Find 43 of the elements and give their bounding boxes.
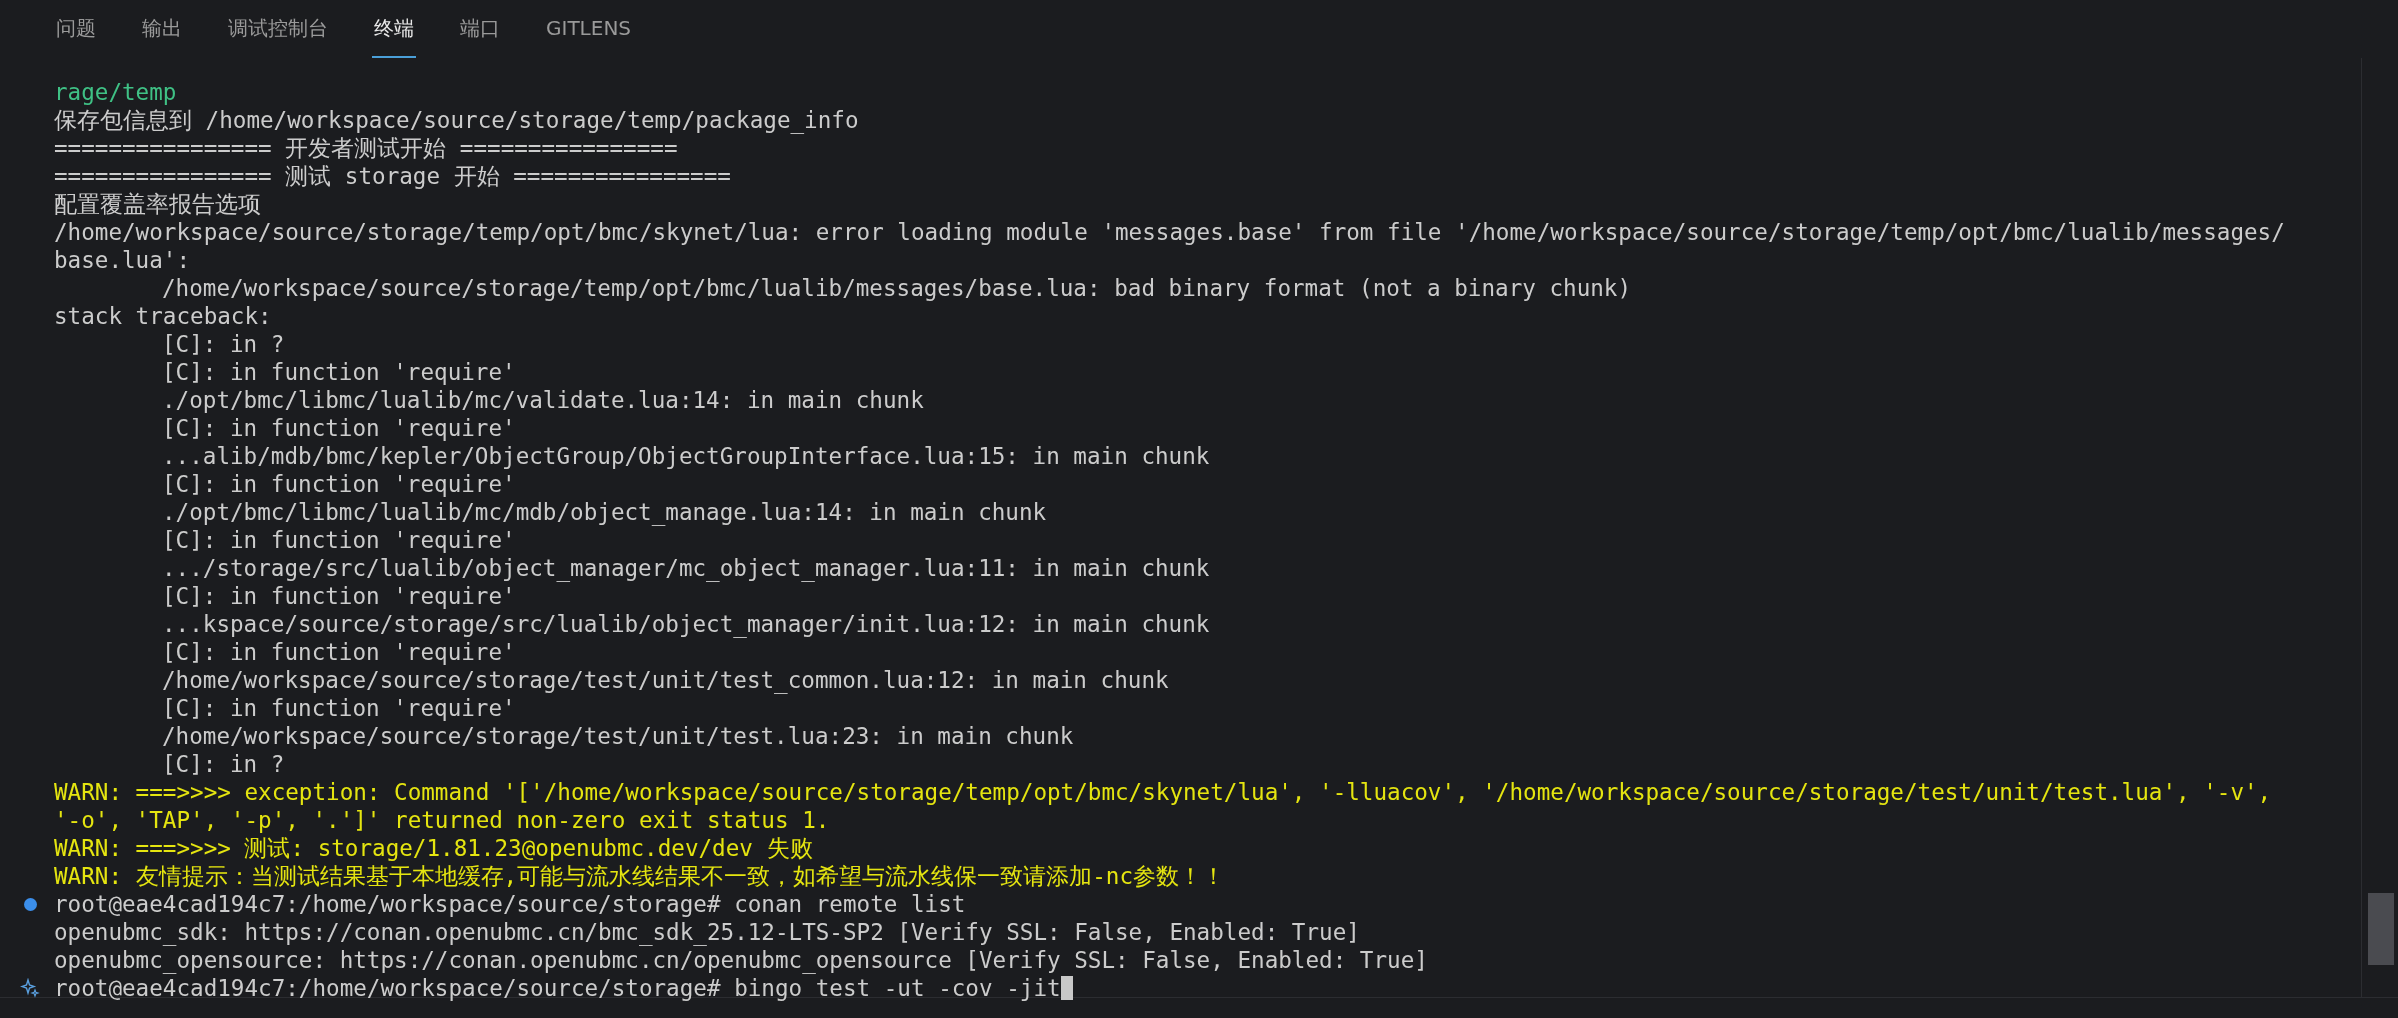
terminal-line: [C]: in function 'require' — [162, 582, 516, 610]
terminal-line: [C]: in function 'require' — [162, 470, 516, 498]
terminal-line: base.lua': — [54, 246, 191, 274]
terminal-line: WARN: ===>>>> exception: Command '['/home/workspace/source/storage/temp/opt/bmc/skynet/lua', '-lluacov', '/home/workspace/source/storage/test/unit/test.lua', '-v', — [54, 778, 2272, 806]
terminal-line: [C]: in function 'require' — [162, 526, 516, 554]
terminal-line: [C]: in function 'require' — [162, 694, 516, 722]
sparkle-icon — [20, 978, 40, 998]
terminal-line: [C]: in ? — [162, 750, 285, 778]
terminal-line: stack traceback: — [54, 302, 272, 330]
panel-tab[interactable]: 输出 — [140, 0, 184, 58]
terminal-line: [C]: in function 'require' — [162, 358, 516, 386]
terminal-line: ./opt/bmc/libmc/lualib/mc/mdb/object_manage.lua:14: in main chunk — [162, 498, 1047, 526]
panel-tab[interactable]: GITLENS — [544, 0, 634, 58]
terminal-line: /home/workspace/source/storage/test/unit/test_common.lua:12: in main chunk — [162, 666, 1169, 694]
terminal-line: ...kspace/source/storage/src/lualib/object_manager/init.lua:12: in main chunk — [162, 610, 1210, 638]
panel-tab[interactable]: 调试控制台 — [226, 0, 330, 58]
terminal-line: root@eae4cad194c7:/home/workspace/source/storage# bingo test -ut -cov -jit — [54, 974, 1061, 1002]
terminal-line: ...alib/mdb/bmc/kepler/ObjectGroup/ObjectGroupInterface.lua:15: in main chunk — [162, 442, 1210, 470]
terminal-line: [C]: in ? — [162, 330, 285, 358]
terminal-line: ================ 测试 storage 开始 ================ — [54, 162, 731, 190]
terminal-line: ================ 开发者测试开始 ================ — [54, 134, 678, 162]
panel-tab[interactable]: 端口 — [458, 0, 502, 58]
terminal-line: '-o', 'TAP', '-p', '.']' returned non-zero exit status 1. — [54, 806, 830, 834]
terminal-line: WARN: 友情提示：当测试结果基于本地缓存,可能与流水线结果不一致，如希望与流水线保一致请添加-nc参数！！ — [54, 862, 1226, 890]
terminal-line: 配置覆盖率报告选项 — [54, 190, 261, 218]
terminal-line: openubmc_sdk: https://conan.openubmc.cn/bmc_sdk_25.12-LTS-SP2 [Verify SSL: False, Enabled: True] — [54, 918, 1360, 946]
status-dot-icon — [24, 898, 37, 911]
panel-tab[interactable]: 问题 — [54, 0, 98, 58]
terminal-line: [C]: in function 'require' — [162, 638, 516, 666]
terminal-line: /home/workspace/source/storage/test/unit/test.lua:23: in main chunk — [162, 722, 1074, 750]
panel-tab[interactable]: 终端 — [372, 0, 416, 58]
terminal-line: openubmc_opensource: https://conan.openubmc.cn/openubmc_opensource [Verify SSL: False, Enabled: True] — [54, 946, 1428, 974]
terminal-line: /home/workspace/source/storage/temp/opt/bmc/lualib/messages/base.lua: bad binary format (not a binary chunk) — [162, 274, 1632, 302]
terminal-line: ./opt/bmc/libmc/lualib/mc/validate.lua:14: in main chunk — [162, 386, 924, 414]
terminal-line: rage/temp — [54, 78, 177, 106]
terminal-line: WARN: ===>>>> 测试: storage/1.81.23@openubmc.dev/dev 失败 — [54, 834, 813, 862]
scrollbar-thumb[interactable] — [2368, 893, 2394, 965]
terminal-line: 保存包信息到 /home/workspace/source/storage/temp/package_info — [54, 106, 859, 134]
text-cursor — [1060, 976, 1073, 1000]
terminal-line: root@eae4cad194c7:/home/workspace/source/storage# conan remote list — [54, 890, 966, 918]
terminal-line: .../storage/src/lualib/object_manager/mc_object_manager.lua:11: in main chunk — [162, 554, 1210, 582]
terminal-line: /home/workspace/source/storage/temp/opt/bmc/skynet/lua: error loading module 'messages.base' from file '/home/workspace/source/storage/temp/opt/bmc/lualib/messages/ — [54, 218, 2285, 246]
terminal-line: [C]: in function 'require' — [162, 414, 516, 442]
